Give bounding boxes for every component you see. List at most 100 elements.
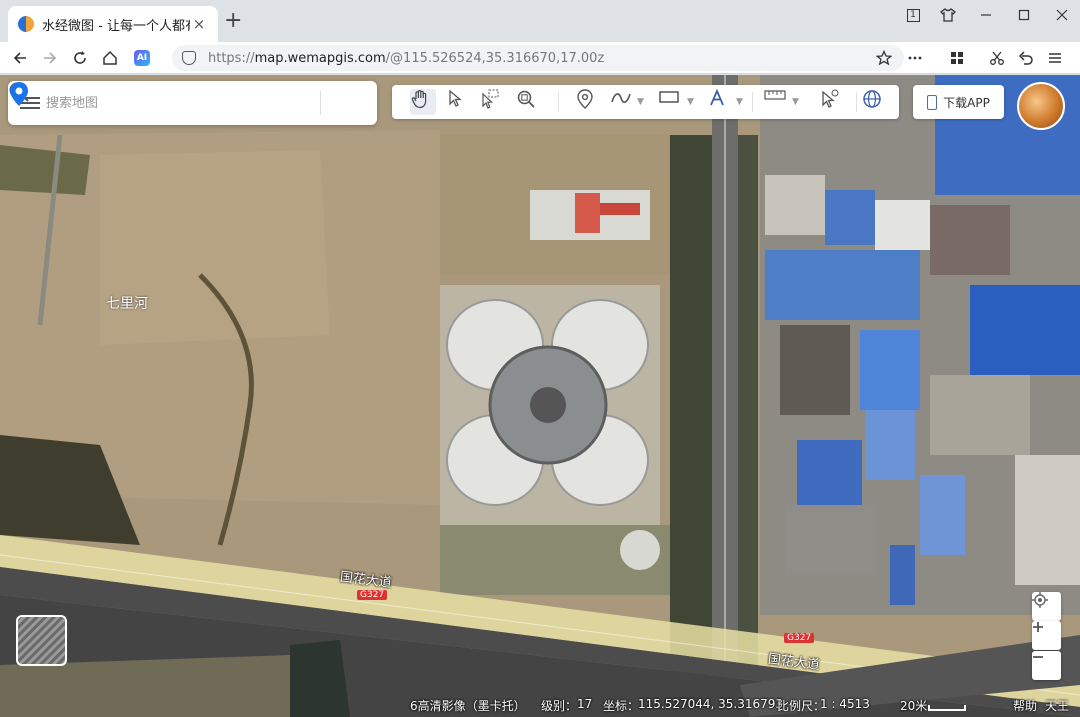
box-select-tool[interactable] [480,89,506,115]
home-icon [103,50,117,65]
chevron-down-icon[interactable]: ▼ [736,97,743,107]
layer-switcher-button[interactable] [16,615,67,666]
download-app-button[interactable]: 下载APP [913,85,1004,119]
chevron-down-icon[interactable]: ▼ [637,97,644,107]
rectangle-icon [659,91,679,103]
reload-button[interactable] [68,46,92,70]
cursor-info-icon [822,89,839,108]
new-tab-button[interactable]: + [224,10,242,32]
back-button[interactable] [8,46,32,70]
rectangle-tool[interactable] [658,89,684,115]
level-value: 17 [577,697,593,711]
zoom-out-button[interactable] [1032,651,1061,680]
zoom-region-tool[interactable] [516,89,542,115]
globe-tool[interactable] [862,89,888,115]
address-bar[interactable]: https://map.wemapgis.com/@115.526524,35.… [172,45,904,71]
marker-tool[interactable] [576,89,602,115]
minimize-button[interactable] [968,4,1004,26]
magnifier-icon [517,90,535,108]
zoom-in-button[interactable] [1032,621,1061,650]
scale-label: 比例尺： [777,699,826,713]
curve-line-icon [611,93,631,103]
url-scheme: https:// [208,50,255,66]
site-favicon-icon [18,16,34,32]
hamburger-icon [1049,53,1061,63]
tab-title: 水经微图 - 让每一个人都有自 [42,18,190,34]
hand-icon [411,90,427,109]
close-icon [1056,9,1068,21]
coord-label: 坐标： [603,699,640,713]
security-shield-icon [182,51,196,65]
text-tool[interactable] [708,89,734,115]
undo-button[interactable] [1014,46,1038,70]
more-button[interactable] [903,46,927,70]
search-input[interactable] [46,95,276,111]
ai-icon: AI [134,50,150,66]
minus-icon [1033,656,1043,658]
pan-tool[interactable] [410,89,436,115]
road-shield: G327 [357,590,388,600]
place-label: 七里河 [106,296,148,312]
screenshot-button[interactable] [985,46,1009,70]
ai-assistant-button[interactable]: AI [130,46,154,70]
undo-icon [1018,51,1033,65]
arrow-right-icon [44,52,57,64]
apps-button[interactable] [945,46,969,70]
crosshair-icon [1032,592,1048,608]
map-toolstrip: ▼ ▼ ▼ ▼ [392,85,899,119]
browser-tabbar: 水经微图 - 让每一个人都有自 × + 1 [0,0,1080,42]
chevron-down-icon[interactable]: ▼ [792,97,799,107]
reload-icon [74,51,86,64]
bookmark-star-button[interactable] [872,46,896,70]
url-path: /@115.526524,35.316670,17.00z [385,50,605,66]
close-window-button[interactable] [1044,4,1080,26]
coord-value: 115.527044, 35.316793 [638,697,784,711]
identify-tool[interactable] [820,89,846,115]
locate-button[interactable] [1032,592,1061,621]
ellipsis-icon [908,56,922,60]
tab-close-icon[interactable]: × [190,15,208,33]
maximize-button[interactable] [1006,4,1042,26]
scale-value: 1 : 4513 [820,697,870,711]
scalebar-label: 20米 [900,699,928,713]
forward-button[interactable] [38,46,62,70]
location-pin-icon[interactable] [8,81,30,107]
map-status-bar: 6高清影像（墨卡托） 级别： 17 坐标： 115.527044, 35.316… [0,693,1080,717]
download-app-label: 下载APP [943,95,990,110]
scalebar [928,705,966,711]
satellite-imagery [0,75,1080,717]
toolstrip-divider [752,92,753,112]
phone-icon [927,94,938,110]
shirt-icon [940,8,956,22]
tab-overview-button[interactable]: 1 [895,4,931,26]
box-select-icon [482,89,499,109]
measure-tool[interactable] [764,89,790,115]
skin-button[interactable] [930,4,966,26]
divider [320,91,321,115]
globe-icon [863,90,881,108]
select-tool[interactable] [446,89,472,115]
level-label: 级别： [541,699,578,713]
browser-menu-button[interactable] [1043,46,1067,70]
cursor-icon [449,89,462,107]
pin-icon [577,89,593,109]
url-text: https://map.wemapgis.com/@115.526524,35.… [208,51,604,66]
map-search-box [8,81,377,125]
home-button[interactable] [98,46,122,70]
browser-tab[interactable]: 水经微图 - 让每一个人都有自 × [8,6,218,42]
url-domain: map.wemapgis.com [254,50,386,66]
plus-icon [1033,622,1043,632]
tab-count-icon: 1 [906,8,920,22]
help-link[interactable]: 帮助 [1013,697,1037,714]
sky-link[interactable]: 天王 [1045,697,1069,714]
imagery-source: 6高清影像（墨卡托） [410,699,526,713]
map-canvas[interactable]: ▼ ▼ ▼ ▼ 下载APP 七里河 国花大道 G327 国花大道 G327 [0,75,1080,717]
ruler-icon [764,90,786,100]
text-icon [710,89,724,106]
toolstrip-divider [558,92,559,112]
chevron-down-icon[interactable]: ▼ [687,97,694,107]
avatar[interactable] [1017,82,1065,130]
grid-icon [951,52,963,64]
polyline-tool[interactable] [610,89,636,115]
maximize-icon [1018,9,1030,21]
